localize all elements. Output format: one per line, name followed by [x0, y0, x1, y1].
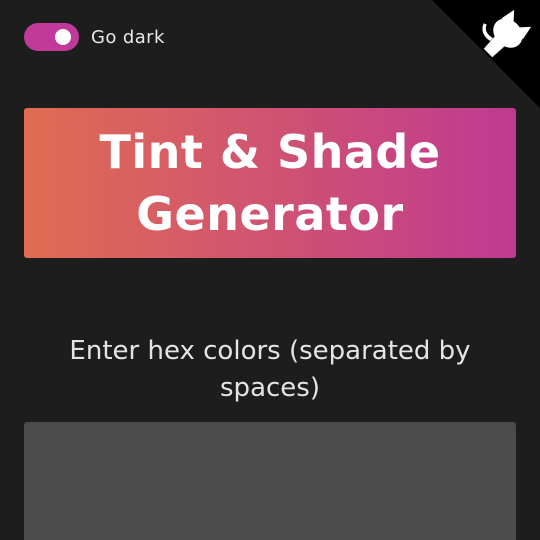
title-line-1: Tint & Shade — [99, 125, 441, 179]
hex-colors-input[interactable] — [24, 422, 516, 540]
input-prompt: Enter hex colors (separated by spaces) — [24, 333, 516, 407]
toggle-knob — [55, 29, 71, 45]
github-corner-link[interactable] — [432, 0, 540, 108]
dark-mode-label: Go dark — [91, 26, 165, 48]
prompt-line-2: spaces) — [220, 373, 320, 403]
page-title: Tint & Shade Generator — [99, 121, 440, 245]
prompt-line-1: Enter hex colors (separated by — [69, 336, 471, 366]
github-octocat-icon — [432, 0, 540, 108]
dark-mode-toggle[interactable] — [24, 23, 79, 51]
title-line-2: Generator — [136, 187, 404, 241]
theme-toggle-row: Go dark — [24, 23, 165, 51]
title-banner: Tint & Shade Generator — [24, 108, 516, 258]
